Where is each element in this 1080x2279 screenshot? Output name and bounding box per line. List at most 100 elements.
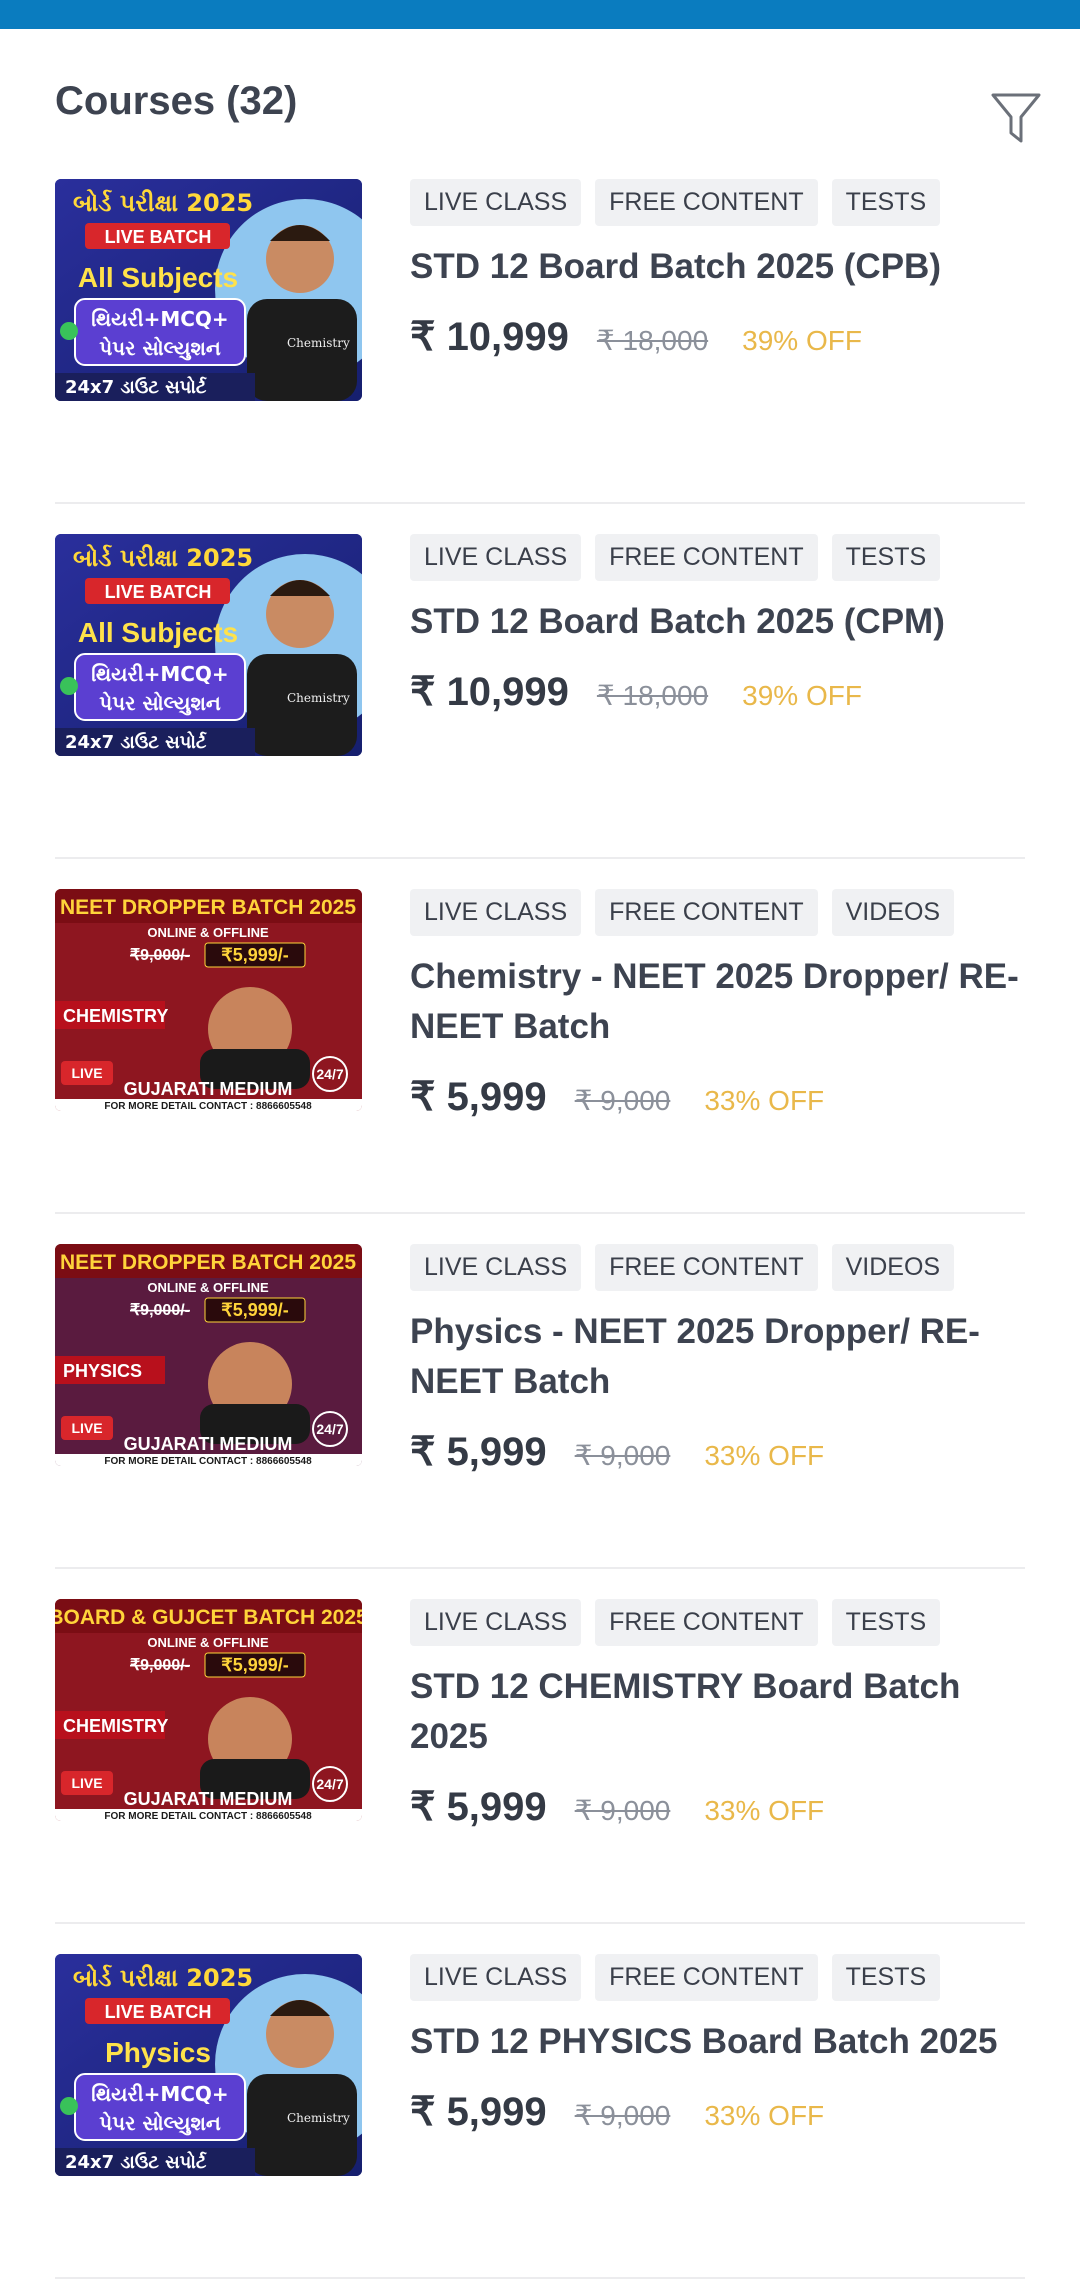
course-price-row: ₹ 10,999 ₹ 18,000 39% OFF (410, 314, 1030, 360)
thumb-line: થિયરી+MCQ+ (91, 662, 228, 686)
course-card[interactable]: NEET DROPPER BATCH 2025 ONLINE & OFFLINE… (0, 859, 1080, 1214)
course-name[interactable]: STD 12 Board Batch 2025 (CPM) (410, 597, 1030, 647)
course-price-row: ₹ 5,999 ₹ 9,000 33% OFF (410, 2089, 1030, 2135)
thumb-support: 24x7 ડાઉટ સપોર્ટ (65, 376, 207, 398)
thumb-title: બોર્ડ પરીક્ષા 2025 (73, 1963, 253, 1992)
course-discount: 33% OFF (704, 1795, 825, 1826)
course-old-price: ₹ 9,000 (574, 1440, 671, 1471)
course-list: Chemistry બોર્ડ પરીક્ષા 2025 LIVE BATCH … (0, 149, 1080, 2279)
thumb-subtitle: ONLINE & OFFLINE (147, 925, 269, 940)
course-tags: LIVE CLASS FREE CONTENT TESTS (410, 179, 1030, 226)
course-discount: 33% OFF (704, 2100, 825, 2131)
course-tag: FREE CONTENT (595, 534, 818, 581)
course-price: ₹ 10,999 (410, 315, 569, 359)
svg-text:LIVE: LIVE (71, 1775, 102, 1791)
course-tag: LIVE CLASS (410, 889, 582, 936)
thumb-line: પેપર સોલ્યુશન (99, 691, 221, 716)
course-thumbnail: NEET DROPPER BATCH 2025 ONLINE & OFFLINE… (55, 889, 362, 1111)
course-thumbnail: Chemistry બોર્ડ પરીક્ષા 2025 LIVE BATCH … (55, 179, 362, 401)
course-card[interactable]: Chemistry બોર્ડ પરીક્ષા 2025 LIVE BATCH … (0, 1924, 1080, 2279)
status-bar (0, 0, 1080, 29)
thumb-line: પેપર સોલ્યુશન (99, 336, 221, 361)
thumb-support: 24x7 ડાઉટ સપોર્ટ (65, 731, 207, 753)
course-card[interactable]: Chemistry બોર્ડ પરીક્ષા 2025 LIVE BATCH … (0, 504, 1080, 859)
course-name[interactable]: Chemistry - NEET 2025 Dropper/ RE-NEET B… (410, 952, 1030, 1052)
course-name[interactable]: STD 12 CHEMISTRY Board Batch 2025 (410, 1662, 1030, 1762)
course-tag: LIVE CLASS (410, 1599, 582, 1646)
thumb-subject: CHEMISTRY (63, 1716, 168, 1736)
course-thumbnail: Chemistry બોર્ડ પરીક્ષા 2025 LIVE BATCH … (55, 1954, 362, 2176)
thumb-subjects: Physics (105, 2037, 211, 2068)
course-price: ₹ 5,999 (410, 1075, 547, 1119)
thumb-title: NEET DROPPER BATCH 2025 (60, 896, 356, 919)
thumb-old-price: ₹9,000/- (130, 1302, 190, 1319)
thumb-price: ₹5,999/- (221, 945, 289, 965)
thumb-line: થિયરી+MCQ+ (91, 2082, 228, 2106)
course-tag: FREE CONTENT (595, 1599, 818, 1646)
course-tag: VIDEOS (831, 889, 955, 936)
course-info: LIVE CLASS FREE CONTENT VIDEOS Physics - N… (410, 1244, 1030, 1475)
course-name[interactable]: STD 12 PHYSICS Board Batch 2025 (410, 2017, 1030, 2067)
thumb-subtitle: LIVE BATCH (105, 227, 212, 247)
course-thumbnail-wrap[interactable]: Chemistry બોર્ડ પરીક્ષા 2025 LIVE BATCH … (55, 179, 362, 401)
thumb-title: NEET DROPPER BATCH 2025 (60, 1251, 356, 1274)
course-tags: LIVE CLASS FREE CONTENT TESTS (410, 1954, 1030, 2001)
course-thumbnail: Chemistry બોર્ડ પરીક્ષા 2025 LIVE BATCH … (55, 534, 362, 756)
course-thumbnail-wrap[interactable]: BOARD & GUJCET BATCH 2025 ONLINE & OFFLI… (55, 1599, 362, 1821)
thumb-contact: FOR MORE DETAIL CONTACT : 8866605548 (104, 1811, 312, 1821)
course-thumbnail: NEET DROPPER BATCH 2025 ONLINE & OFFLINE… (55, 1244, 362, 1466)
course-price-row: ₹ 10,999 ₹ 18,000 39% OFF (410, 669, 1030, 715)
thumb-line: થિયરી+MCQ+ (91, 307, 228, 331)
thumb-contact: FOR MORE DETAIL CONTACT : 8866605548 (104, 1456, 312, 1466)
course-old-price: ₹ 9,000 (574, 2100, 671, 2131)
thumb-price: ₹5,999/- (221, 1655, 289, 1675)
thumb-medium: GUJARATI MEDIUM (124, 1789, 293, 1809)
course-thumbnail: BOARD & GUJCET BATCH 2025 ONLINE & OFFLI… (55, 1599, 362, 1821)
course-thumbnail-wrap[interactable]: Chemistry બોર્ડ પરીક્ષા 2025 LIVE BATCH … (55, 1954, 362, 2176)
shirt-text: Chemistry (287, 2111, 350, 2125)
course-tag: LIVE CLASS (410, 179, 582, 226)
thumb-medium: GUJARATI MEDIUM (124, 1434, 293, 1454)
course-card[interactable]: Chemistry બોર્ડ પરીક્ષા 2025 LIVE BATCH … (0, 149, 1080, 504)
thumb-subtitle: LIVE BATCH (105, 582, 212, 602)
course-discount: 39% OFF (742, 680, 862, 711)
course-thumbnail-wrap[interactable]: Chemistry બોર્ડ પરીક્ષા 2025 LIVE BATCH … (55, 534, 362, 756)
course-old-price: ₹ 18,000 (596, 680, 709, 711)
course-name[interactable]: Physics - NEET 2025 Dropper/ RE-NEET Bat… (410, 1307, 1030, 1407)
course-thumbnail-wrap[interactable]: NEET DROPPER BATCH 2025 ONLINE & OFFLINE… (55, 1244, 362, 1466)
filter-icon[interactable] (990, 91, 1042, 147)
course-discount: 33% OFF (704, 1440, 825, 1471)
course-price: ₹ 5,999 (410, 1785, 547, 1829)
course-old-price: ₹ 9,000 (574, 1795, 671, 1826)
course-card[interactable]: BOARD & GUJCET BATCH 2025 ONLINE & OFFLI… (0, 1569, 1080, 1924)
course-info: LIVE CLASS FREE CONTENT TESTS STD 12 Board… (410, 179, 1030, 360)
svg-text:24/7: 24/7 (316, 1066, 343, 1082)
thumb-subjects: All Subjects (78, 617, 238, 648)
course-name[interactable]: STD 12 Board Batch 2025 (CPB) (410, 242, 1030, 292)
course-tags: LIVE CLASS FREE CONTENT TESTS (410, 1599, 1030, 1646)
course-thumbnail-wrap[interactable]: NEET DROPPER BATCH 2025 ONLINE & OFFLINE… (55, 889, 362, 1111)
course-info: LIVE CLASS FREE CONTENT TESTS STD 12 PHYSI… (410, 1954, 1030, 2135)
course-tag: TESTS (831, 179, 941, 226)
thumb-support: 24x7 ડાઉટ સપોર્ટ (65, 2151, 207, 2173)
thumb-old-price: ₹9,000/- (130, 1657, 190, 1674)
thumb-subtitle: LIVE BATCH (105, 2002, 212, 2022)
course-card[interactable]: NEET DROPPER BATCH 2025 ONLINE & OFFLINE… (0, 1214, 1080, 1569)
svg-text:LIVE: LIVE (71, 1420, 102, 1436)
svg-text:24/7: 24/7 (316, 1776, 343, 1792)
course-price: ₹ 10,999 (410, 670, 569, 714)
course-tag: FREE CONTENT (595, 889, 818, 936)
thumb-title: બોર્ડ પરીક્ષા 2025 (73, 188, 253, 217)
thumb-subtitle: ONLINE & OFFLINE (147, 1280, 269, 1295)
svg-text:LIVE: LIVE (71, 1065, 102, 1081)
thumb-subtitle: ONLINE & OFFLINE (147, 1635, 269, 1650)
course-tags: LIVE CLASS FREE CONTENT VIDEOS (410, 1244, 1030, 1291)
course-tag: TESTS (831, 534, 941, 581)
course-tag: TESTS (831, 1599, 941, 1646)
thumb-price: ₹5,999/- (221, 1300, 289, 1320)
course-tag: LIVE CLASS (410, 534, 582, 581)
course-tag: FREE CONTENT (595, 179, 818, 226)
thumb-subject: PHYSICS (63, 1361, 142, 1381)
course-tag: VIDEOS (831, 1244, 955, 1291)
course-old-price: ₹ 18,000 (596, 325, 709, 356)
